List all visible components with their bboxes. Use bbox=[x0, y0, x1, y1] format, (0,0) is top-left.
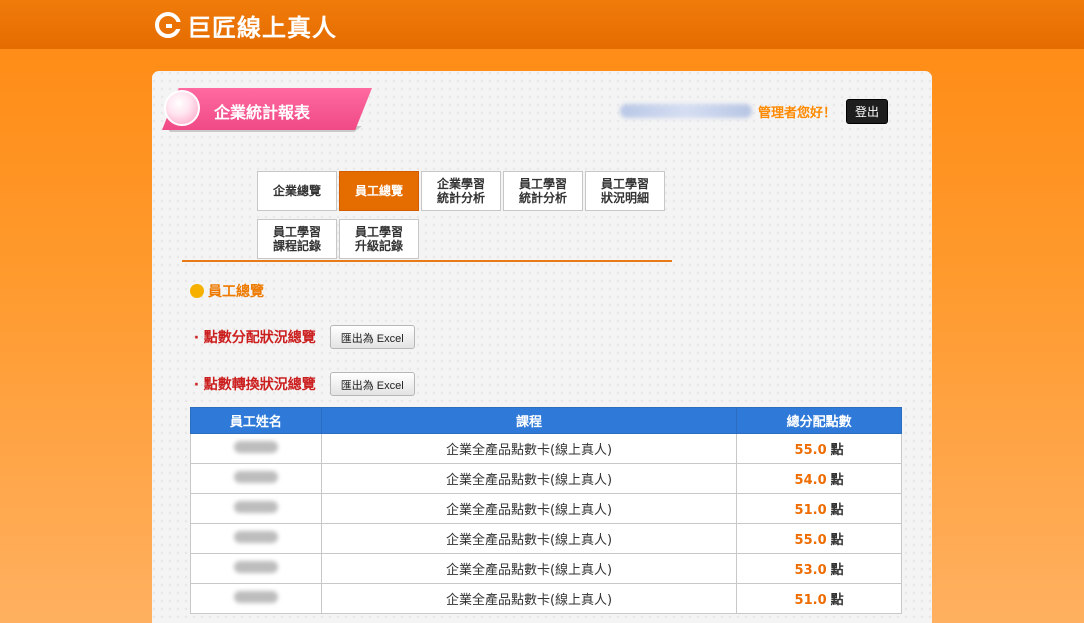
points-value: 51.0 bbox=[794, 593, 827, 608]
points-cell: 54.0 點 bbox=[736, 463, 902, 494]
employee-name-redacted bbox=[233, 530, 278, 543]
course-cell: 企業全產品點數卡(線上真人) bbox=[320, 463, 738, 494]
ribbon-orb-icon bbox=[164, 90, 200, 126]
tab-label: 員工總覽 bbox=[354, 184, 403, 198]
tab-employee-upgrade-records[interactable]: 員工學習 升級記錄 bbox=[339, 219, 419, 259]
points-cell: 51.0 點 bbox=[736, 583, 902, 614]
page-title-ribbon: 企業統計報表 bbox=[162, 88, 372, 132]
points-conversion-row: ‧ 點數轉換狀況總覽 匯出為 Excel bbox=[194, 372, 415, 396]
points-unit: 點 bbox=[830, 473, 844, 488]
col-course: 課程 bbox=[320, 407, 738, 434]
employee-name-cell bbox=[190, 463, 322, 494]
section-title: 員工總覽 bbox=[208, 284, 264, 300]
points-cell: 55.0 點 bbox=[736, 523, 902, 554]
table-row: 企業全產品點數卡(線上真人) 51.0 點 bbox=[190, 493, 902, 524]
points-value: 55.0 bbox=[794, 533, 827, 548]
points-value: 54.0 bbox=[794, 473, 827, 488]
points-unit: 點 bbox=[830, 533, 844, 548]
tab-employee-learning-stats[interactable]: 員工學習 統計分析 bbox=[503, 171, 583, 211]
brand-g-icon bbox=[155, 12, 181, 38]
employee-name-redacted bbox=[233, 440, 278, 453]
points-conversion-label: ‧ 點數轉換狀況總覽 bbox=[194, 377, 316, 393]
export-conversion-excel-button[interactable]: 匯出為 Excel bbox=[329, 372, 415, 396]
table-row: 企業全產品點數卡(線上真人) 55.0 點 bbox=[190, 433, 902, 464]
tab-label: 員工學習 狀況明細 bbox=[600, 177, 649, 205]
table-row: 企業全產品點數卡(線上真人) 54.0 點 bbox=[190, 463, 902, 494]
page-title: 企業統計報表 bbox=[214, 103, 311, 122]
points-unit: 點 bbox=[830, 563, 844, 578]
points-allocation-label: ‧ 點數分配狀況總覽 bbox=[194, 330, 316, 346]
points-table: 員工姓名 課程 總分配點數 企業全產品點數卡(線上真人) 55.0 點 企業全產品… bbox=[190, 407, 902, 614]
tab-label: 員工學習 升級記錄 bbox=[354, 225, 403, 253]
points-unit: 點 bbox=[830, 443, 844, 458]
top-bar: 巨匠線上真人 bbox=[0, 0, 1084, 49]
points-value: 53.0 bbox=[794, 563, 827, 578]
table-row: 企業全產品點數卡(線上真人) 53.0 點 bbox=[190, 553, 902, 584]
tab-employee-overview[interactable]: 員工總覽 bbox=[339, 171, 419, 211]
tab-enterprise-learning-stats[interactable]: 企業學習 統計分析 bbox=[421, 171, 501, 211]
employee-name-redacted bbox=[233, 470, 278, 483]
employee-name-redacted bbox=[233, 500, 278, 513]
tab-label: 企業學習 統計分析 bbox=[436, 177, 485, 205]
course-cell: 企業全產品點數卡(線上真人) bbox=[320, 493, 738, 524]
tab-underline bbox=[182, 260, 672, 262]
brand-name: 巨匠線上真人 bbox=[187, 13, 337, 42]
employee-name-cell bbox=[190, 493, 322, 524]
tab-label: 員工學習 統計分析 bbox=[518, 177, 567, 205]
course-cell: 企業全產品點數卡(線上真人) bbox=[320, 583, 738, 614]
section-heading: 員工總覽 bbox=[190, 281, 264, 301]
course-cell: 企業全產品點數卡(線上真人) bbox=[320, 553, 738, 584]
export-allocation-excel-button[interactable]: 匯出為 Excel bbox=[329, 325, 415, 349]
tab-employee-learning-details[interactable]: 員工學習 狀況明細 bbox=[585, 171, 665, 211]
points-value: 55.0 bbox=[794, 443, 827, 458]
points-cell: 51.0 點 bbox=[736, 493, 902, 524]
main-panel: 企業統計報表 管理者您好！ 登出 企業總覽 員工總覽 企業學習 統計分析 員工學… bbox=[152, 71, 932, 623]
tab-employee-course-records[interactable]: 員工學習 課程記錄 bbox=[257, 219, 337, 259]
employee-name-redacted bbox=[233, 560, 278, 573]
user-area: 管理者您好！ 登出 bbox=[620, 98, 889, 124]
employee-name-cell bbox=[190, 583, 322, 614]
course-cell: 企業全產品點數卡(線上真人) bbox=[320, 523, 738, 554]
bullet-dot-icon bbox=[190, 284, 204, 298]
points-value: 51.0 bbox=[794, 503, 827, 518]
tab-enterprise-overview[interactable]: 企業總覽 bbox=[257, 171, 337, 211]
employee-name-cell bbox=[190, 433, 322, 464]
points-unit: 點 bbox=[830, 503, 844, 518]
points-cell: 55.0 點 bbox=[736, 433, 902, 464]
brand-logo[interactable]: 巨匠線上真人 bbox=[155, 8, 337, 42]
employee-name-cell bbox=[190, 523, 322, 554]
tab-label: 員工學習 課程記錄 bbox=[272, 225, 321, 253]
table-row: 企業全產品點數卡(線上真人) 51.0 點 bbox=[190, 583, 902, 614]
table-header-row: 員工姓名 課程 總分配點數 bbox=[190, 407, 902, 434]
col-employee-name: 員工姓名 bbox=[190, 407, 322, 434]
course-cell: 企業全產品點數卡(線上真人) bbox=[320, 433, 738, 464]
employee-name-redacted bbox=[233, 590, 278, 603]
user-email-redacted bbox=[620, 104, 752, 118]
greeting-text: 管理者您好！ bbox=[758, 105, 837, 121]
points-cell: 53.0 點 bbox=[736, 553, 902, 584]
points-allocation-row: ‧ 點數分配狀況總覽 匯出為 Excel bbox=[194, 325, 415, 349]
tab-label: 企業總覽 bbox=[272, 184, 321, 198]
points-unit: 點 bbox=[830, 593, 844, 608]
logout-button[interactable]: 登出 bbox=[846, 98, 889, 124]
employee-name-cell bbox=[190, 553, 322, 584]
col-total-points: 總分配點數 bbox=[736, 407, 902, 434]
table-row: 企業全產品點數卡(線上真人) 55.0 點 bbox=[190, 523, 902, 554]
